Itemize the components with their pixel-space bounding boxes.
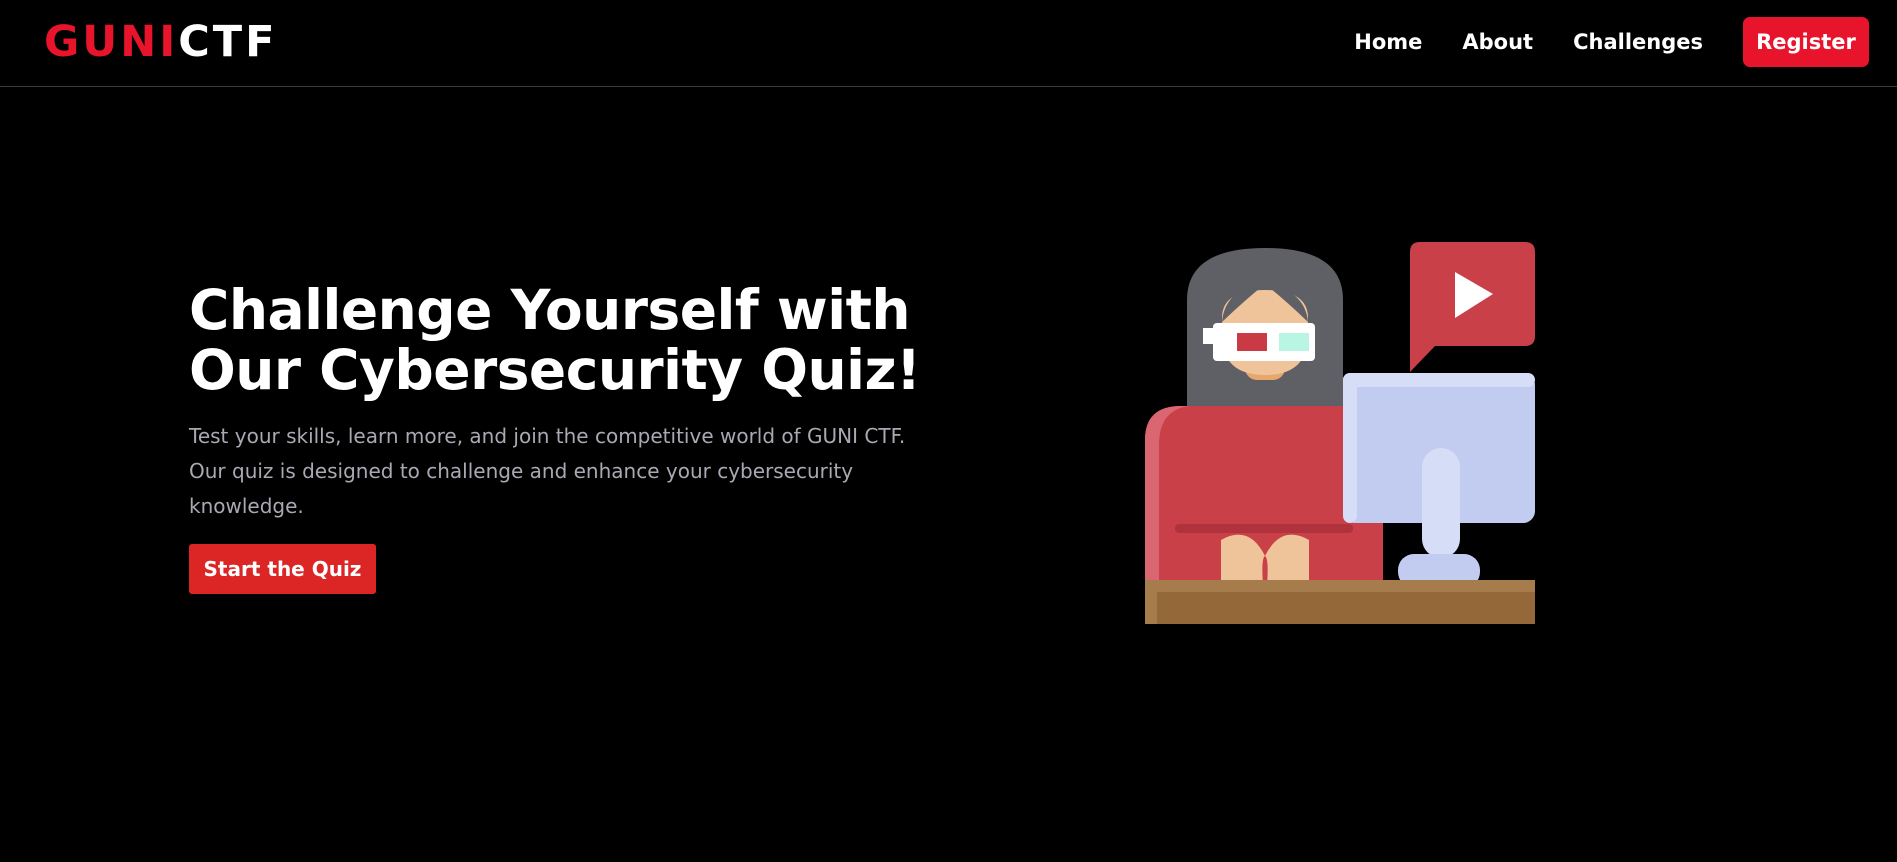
register-button[interactable]: Register: [1743, 17, 1869, 67]
logo[interactable]: GUNICTF: [44, 16, 277, 68]
hero-title-line-2: Our Cybersecurity Quiz!: [189, 338, 921, 402]
hero-title: Challenge Yourself with Our Cybersecurit…: [189, 280, 949, 400]
woman-at-computer-illustration: [1145, 242, 1535, 624]
hero-description: Test your skills, learn more, and join t…: [189, 424, 906, 518]
nav-home-link[interactable]: Home: [1354, 30, 1422, 54]
video-bubble-shape: [1410, 242, 1535, 372]
monitor-stand: [1422, 448, 1460, 558]
arm-line: [1175, 524, 1353, 533]
navbar: GUNICTF Home About Challenges Register: [0, 0, 1897, 87]
hero-title-line-1: Challenge Yourself with: [189, 278, 911, 342]
glasses-cyan-lens: [1279, 333, 1309, 351]
desk-edge: [1145, 580, 1535, 592]
start-quiz-button[interactable]: Start the Quiz: [189, 544, 376, 594]
nav-challenges-link[interactable]: Challenges: [1573, 30, 1703, 54]
glasses-red-lens: [1237, 333, 1267, 351]
nav-links: Home About Challenges Register: [1354, 17, 1869, 67]
logo-guni: GUNI: [44, 17, 179, 67]
desk-side: [1145, 580, 1157, 624]
monitor-highlight: [1343, 373, 1535, 387]
monitor-side-highlight: [1343, 373, 1357, 523]
glasses-side: [1203, 328, 1217, 344]
logo-ctf: CTF: [178, 17, 278, 67]
nav-about-link[interactable]: About: [1462, 30, 1533, 54]
